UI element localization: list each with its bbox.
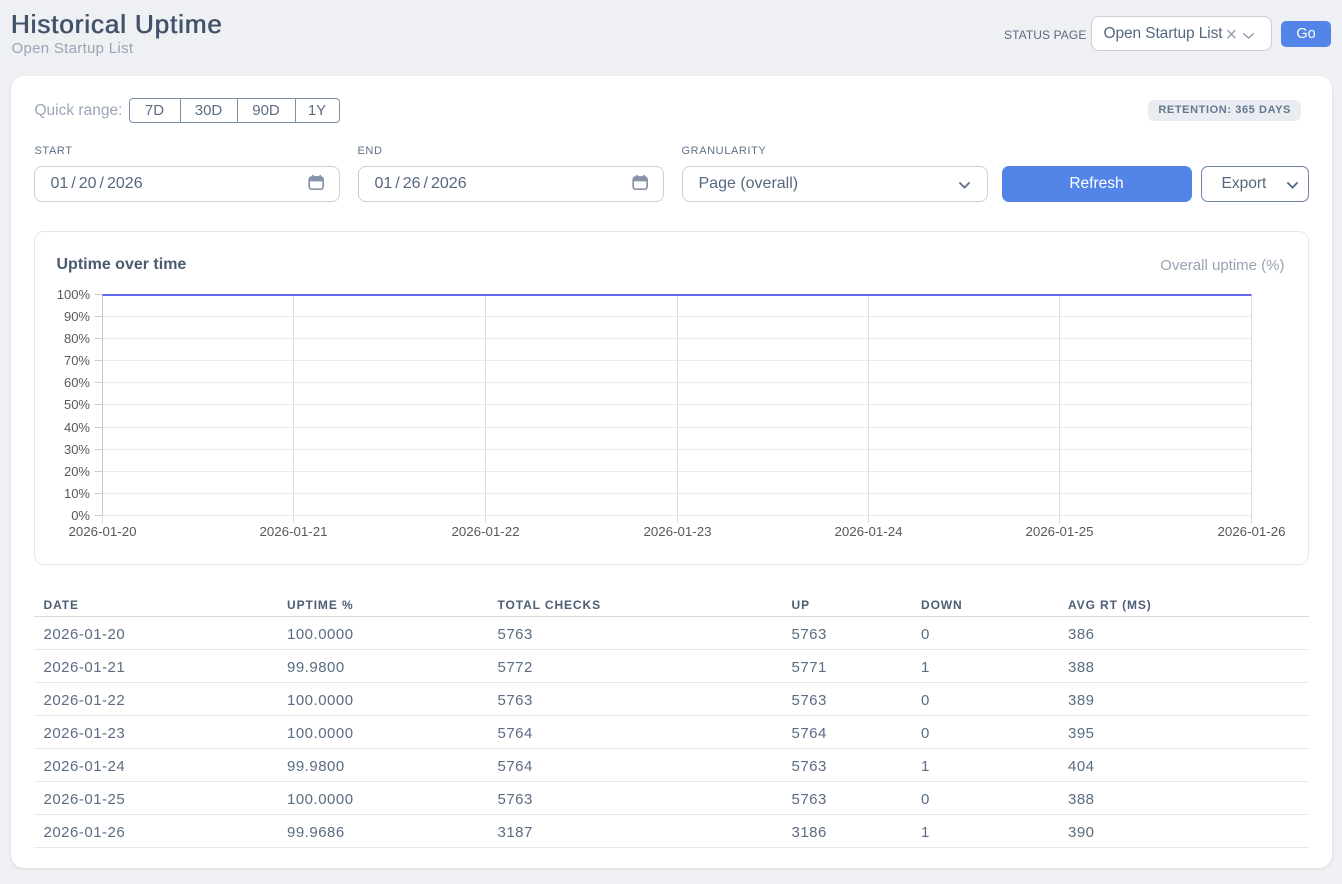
- svg-text:70%: 70%: [64, 353, 90, 368]
- svg-text:2026-01-21: 2026-01-21: [259, 524, 327, 539]
- svg-text:2026-01-24: 2026-01-24: [834, 524, 902, 539]
- svg-text:60%: 60%: [64, 375, 90, 390]
- svg-text:30%: 30%: [64, 442, 90, 457]
- svg-text:2026-01-25: 2026-01-25: [1025, 524, 1093, 539]
- svg-text:100%: 100%: [57, 287, 91, 302]
- svg-text:2026-01-20: 2026-01-20: [68, 524, 136, 539]
- svg-text:2026-01-23: 2026-01-23: [643, 524, 711, 539]
- svg-text:0%: 0%: [71, 508, 90, 523]
- svg-text:50%: 50%: [64, 397, 90, 412]
- svg-text:2026-01-26: 2026-01-26: [1217, 524, 1285, 539]
- svg-text:20%: 20%: [64, 464, 90, 479]
- svg-text:80%: 80%: [64, 331, 90, 346]
- svg-text:2026-01-22: 2026-01-22: [451, 524, 519, 539]
- svg-text:40%: 40%: [64, 420, 90, 435]
- svg-text:10%: 10%: [64, 486, 90, 501]
- svg-text:90%: 90%: [64, 309, 90, 324]
